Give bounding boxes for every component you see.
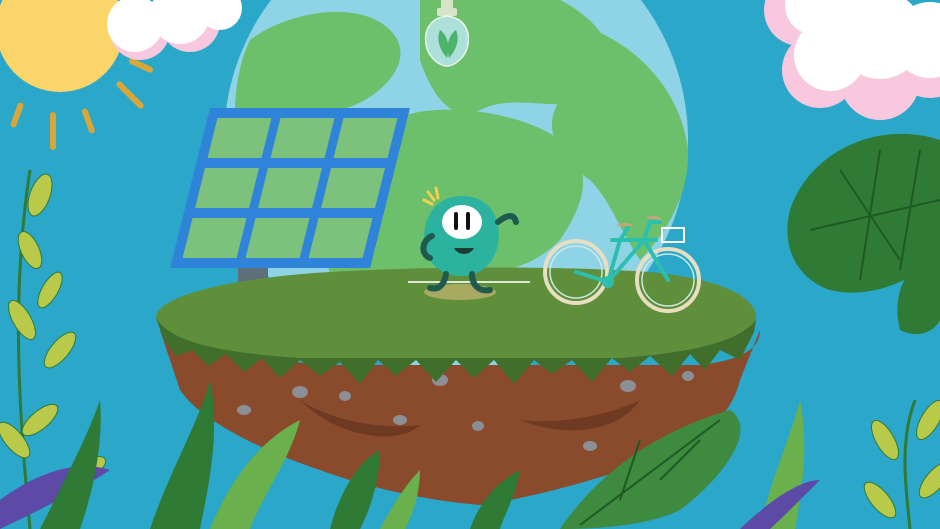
illustration-canvas [0, 0, 940, 529]
eco-illustration-scene [0, 0, 940, 529]
